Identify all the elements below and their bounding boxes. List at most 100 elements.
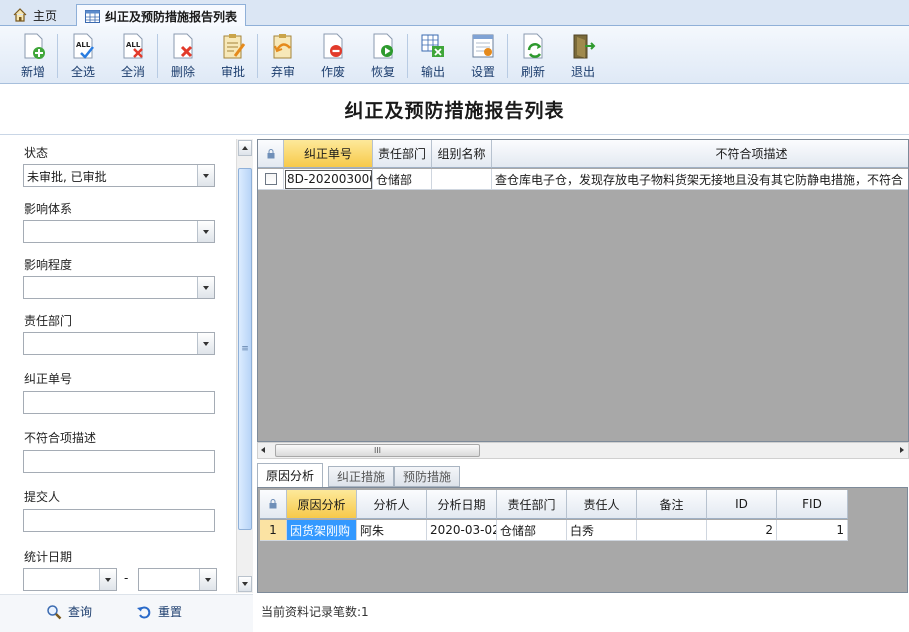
date-separator: - [124,571,129,585]
tab-preventive-action[interactable]: 预防措施 [394,466,461,487]
add-label: 新增 [20,65,45,79]
delete-label: 删除 [170,65,195,79]
cause-analysis-grid[interactable]: 原因分析 分析人 分析日期 责任部门 责任人 备注 ID FID 1 因货架刚购… [257,487,908,593]
report-grid[interactable]: 纠正单号 责任部门 组别名称 不符合项描述 8D-2020030001 仓储部 … [257,139,909,442]
query-label: 查询 [68,605,93,619]
column-header-number[interactable]: 纠正单号 [284,140,373,168]
unapprove-label: 弃审 [270,65,295,79]
scroll-thumb[interactable]: III [275,444,480,457]
approve-button[interactable]: 审批 [208,26,258,84]
system-label: 影响体系 [24,202,73,216]
cell-date[interactable]: 2020-03-02 [427,520,497,541]
lock-column-header[interactable] [260,490,287,519]
dept-label: 责任部门 [24,314,73,328]
grid-horizontal-scrollbar[interactable]: III [257,442,909,459]
select-all-label: 全选 [70,65,95,79]
cell-analyst[interactable]: 阿朱 [357,520,427,541]
column-header-group[interactable]: 组别名称 [432,140,492,168]
dept-select[interactable] [23,332,215,355]
cell-note[interactable] [637,520,707,541]
column-header-analyst[interactable]: 分析人 [357,490,427,519]
chevron-down-icon[interactable] [197,165,214,186]
desc-label: 不符合项描述 [24,431,97,445]
add-icon [24,33,45,59]
column-header-owner[interactable]: 责任人 [567,490,637,519]
degree-select[interactable] [23,276,215,299]
row-checkbox[interactable] [264,173,277,185]
svg-text:ALL: ALL [126,41,141,49]
reset-button[interactable]: 重置 [136,603,182,620]
chevron-down-icon[interactable] [199,569,216,590]
degree-label: 影响程度 [24,258,73,272]
column-header-cause[interactable]: 原因分析 [287,490,357,519]
column-header-note[interactable]: 备注 [637,490,707,519]
desc-input[interactable] [23,450,215,473]
tab-report-list-label: 纠正及预防措施报告列表 [105,9,238,24]
chevron-down-icon[interactable] [197,333,214,354]
number-input[interactable] [23,391,215,414]
export-label: 输出 [420,65,445,79]
tab-home[interactable]: 主页 [4,4,65,26]
cell-dept[interactable]: 仓储部 [497,520,567,541]
scroll-up-button[interactable] [238,140,252,156]
exit-icon [573,34,596,59]
toolbar-separator [507,34,508,78]
chevron-down-icon[interactable] [197,277,214,298]
approve-label: 审批 [220,65,245,79]
submitter-input[interactable] [23,509,215,532]
filter-scrollbar[interactable]: ≡ [236,139,253,593]
restore-button[interactable]: 恢复 [358,26,408,84]
unapprove-button[interactable]: 弃审 [258,26,308,84]
refresh-button[interactable]: 刷新 [508,26,558,84]
column-header-dept[interactable]: 责任部门 [373,140,432,168]
delete-button[interactable]: 删除 [158,26,208,84]
submitter-label: 提交人 [24,490,61,504]
scroll-right-button[interactable] [900,447,904,453]
settings-button[interactable]: 设置 [458,26,508,84]
cell-dept[interactable]: 仓储部 [373,169,432,190]
select-all-button[interactable]: ALL 全选 [58,26,108,84]
toolbar-separator [57,34,58,78]
tab-report-list[interactable]: 纠正及预防措施报告列表 [76,4,247,27]
column-header-date[interactable]: 分析日期 [427,490,497,519]
cell-group[interactable] [432,169,492,190]
column-header-id[interactable]: ID [707,490,777,519]
exit-button[interactable]: 退出 [558,26,608,84]
chevron-down-icon[interactable] [197,221,214,242]
search-icon [47,604,62,619]
column-header-dept[interactable]: 责任部门 [497,490,567,519]
restore-label: 恢复 [370,65,395,79]
table-icon [85,9,100,23]
add-button[interactable]: 新增 [8,26,58,84]
scroll-left-button[interactable] [261,447,265,453]
tab-cause-analysis[interactable]: 原因分析 [257,463,324,487]
date-start-select[interactable] [23,568,117,591]
void-button[interactable]: 作废 [308,26,358,84]
date-end-select[interactable] [138,568,217,591]
cell-cause[interactable]: 因货架刚购 [287,520,357,541]
deselect-all-label: 全消 [120,65,145,79]
cell-fid[interactable]: 1 [777,520,848,541]
column-header-desc[interactable]: 不符合项描述 [492,140,908,168]
query-button[interactable]: 查询 [46,603,92,620]
delete-icon [173,33,193,59]
cell-owner[interactable]: 白秀 [567,520,637,541]
reset-label: 重置 [158,605,183,619]
cell-number[interactable]: 8D-2020030001 [284,169,373,190]
export-button[interactable]: 输出 [408,26,458,84]
scroll-thumb[interactable]: ≡ [238,168,252,530]
number-label: 纠正单号 [24,372,73,386]
row-checkbox-cell[interactable] [258,169,284,190]
toolbar: 新增 ALL 全选 ALL 全消 删除 审批 弃审 作废 恢复 输出 设置 刷新 [0,26,909,84]
lock-column-header[interactable] [258,140,284,168]
system-select[interactable] [23,220,215,243]
cell-id[interactable]: 2 [707,520,777,541]
status-select[interactable]: 未审批, 已审批 [23,164,215,187]
scroll-down-button[interactable] [238,576,252,592]
refresh-label: 刷新 [520,65,545,79]
chevron-down-icon[interactable] [99,569,116,590]
tab-corrective-action[interactable]: 纠正措施 [328,466,395,487]
deselect-all-button[interactable]: ALL 全消 [108,26,158,84]
cell-desc[interactable]: 查仓库电子仓，发现存放电子物料货架无接地且没有其它防静电措施，不符合 [492,169,908,190]
column-header-fid[interactable]: FID [777,490,848,519]
